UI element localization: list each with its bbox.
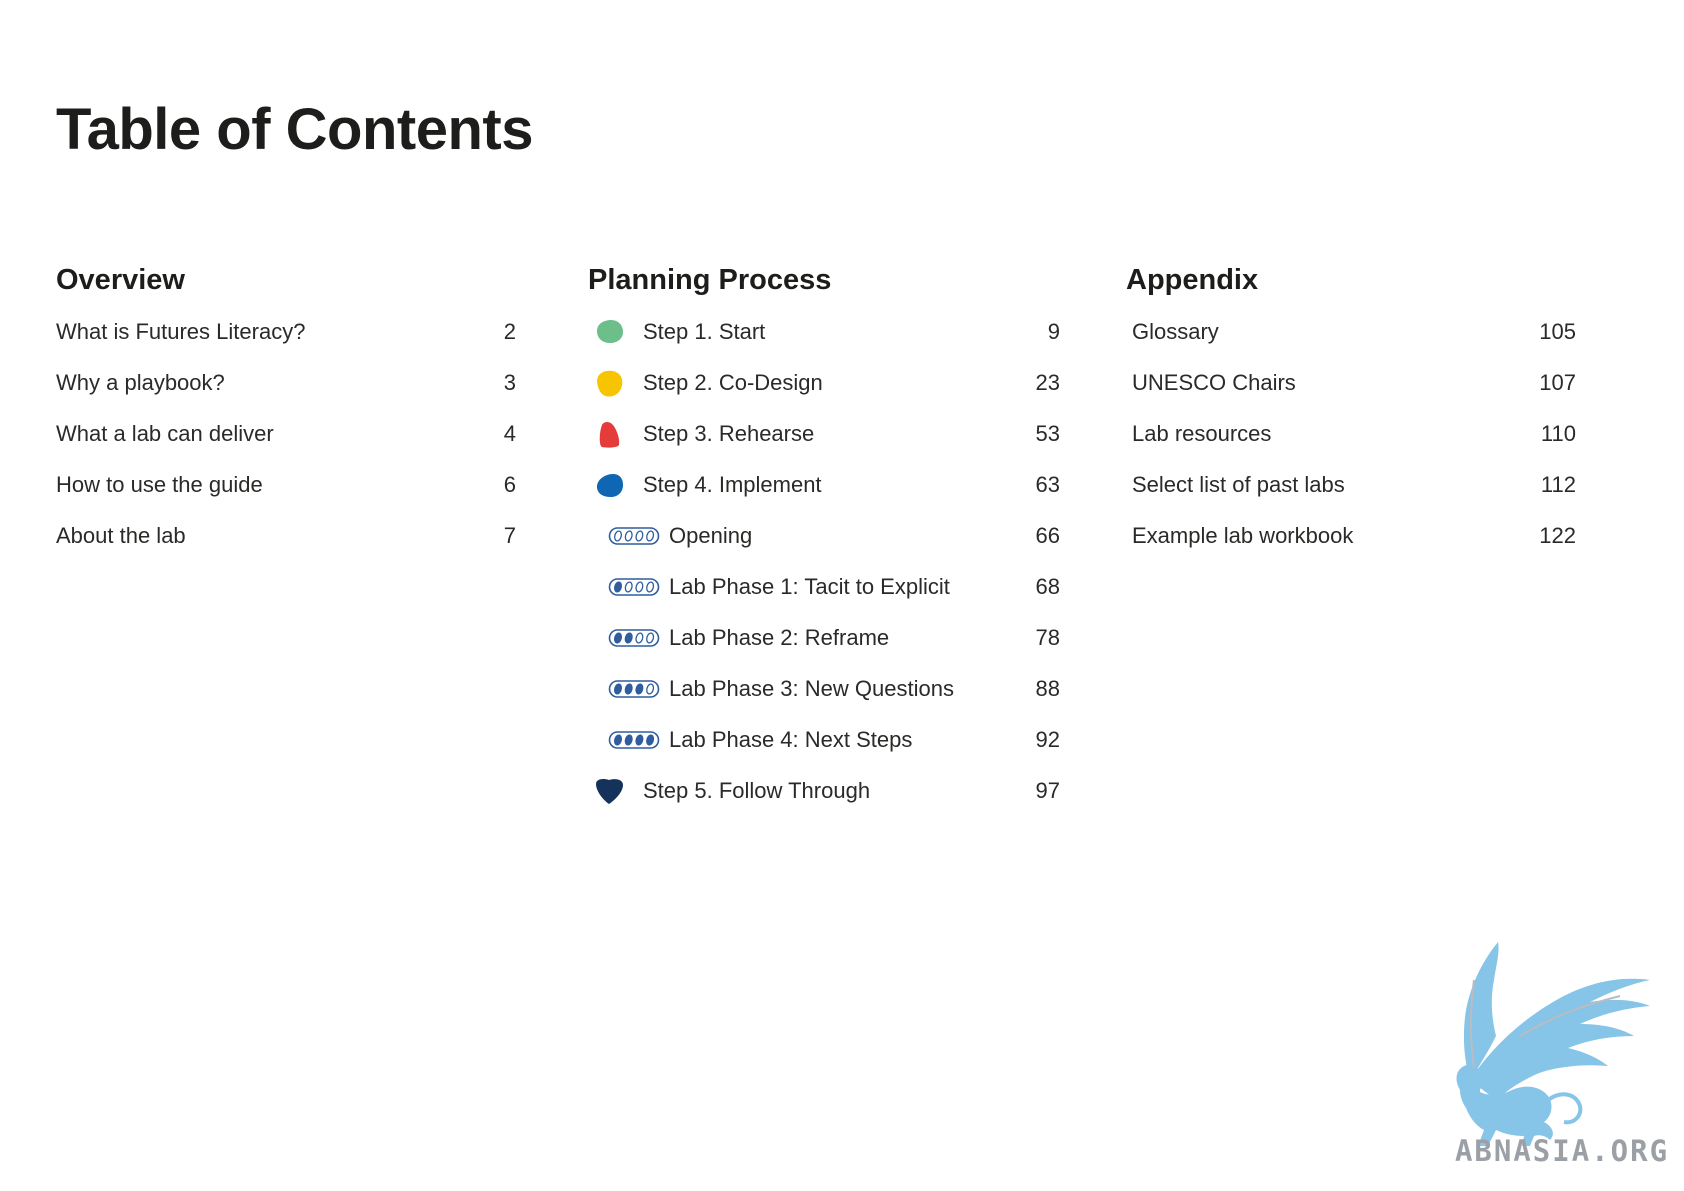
phase-dot-empty bbox=[613, 530, 623, 542]
toc-entry-label: UNESCO Chairs bbox=[1132, 370, 1296, 395]
yellow-blob-icon bbox=[597, 370, 623, 397]
toc-page-number: 112 bbox=[1540, 472, 1576, 497]
red-blob-icon bbox=[599, 422, 620, 448]
toc-entry-lab-workbook[interactable]: Example lab workbook 122 bbox=[1126, 510, 1576, 561]
phase-dot-empty bbox=[624, 530, 633, 542]
toc-entry-label: What is Futures Literacy? bbox=[56, 319, 306, 344]
overview-section: Overview What is Futures Literacy? 2 Why… bbox=[56, 262, 516, 561]
toc-page-number: 88 bbox=[1035, 676, 1060, 701]
toc-entry-label: Lab Phase 1: Tacit to Explicit bbox=[669, 574, 950, 599]
toc-entry-lab-resources[interactable]: Lab resources 110 bbox=[1126, 408, 1576, 459]
phase-dot-empty bbox=[624, 581, 633, 593]
toc-page-number: 3 bbox=[503, 370, 516, 395]
toc-entry-label: About the lab bbox=[56, 523, 186, 548]
toc-page-number: 107 bbox=[1539, 370, 1576, 395]
toc-entry-step-3[interactable]: Step 3. Rehearse 53 bbox=[588, 408, 1060, 459]
toc-entry-step-4[interactable]: Step 4. Implement 63 bbox=[588, 459, 1060, 510]
phase-dot-filled bbox=[613, 581, 623, 593]
toc-entry-label: Why a playbook? bbox=[56, 370, 225, 395]
toc-entry-lab-phase-2[interactable]: Lab Phase 2: Reframe 78 bbox=[588, 612, 1060, 663]
toc-entry-lab-phase-3[interactable]: Lab Phase 3: New Questions 88 bbox=[588, 663, 1060, 714]
toc-entry-use-guide[interactable]: How to use the guide 6 bbox=[56, 459, 516, 510]
toc-entry-step-1[interactable]: Step 1. Start 9 bbox=[588, 306, 1060, 357]
toc-entry-lab-deliver[interactable]: What a lab can deliver 4 bbox=[56, 408, 516, 459]
toc-entry-label: Step 3. Rehearse bbox=[643, 421, 815, 446]
phase-dot-empty bbox=[646, 632, 655, 644]
phase-dot-filled bbox=[613, 734, 623, 746]
planning-section: Planning Process Step 1. Start 9 Step 2.… bbox=[588, 262, 1060, 816]
toc-page-number: 7 bbox=[503, 523, 516, 548]
overview-heading: Overview bbox=[56, 264, 185, 296]
appendix-section: Appendix Glossary 105 UNESCO Chairs 107 … bbox=[1126, 262, 1576, 561]
toc-entry-lab-phase-4[interactable]: Lab Phase 4: Next Steps 92 bbox=[588, 714, 1060, 765]
toc-entry-label: Lab resources bbox=[1132, 421, 1272, 446]
phase-dot-filled bbox=[613, 683, 623, 695]
page-title: Table of Contents bbox=[56, 97, 533, 162]
toc-page-number: 122 bbox=[1539, 523, 1576, 548]
toc-page-number: 9 bbox=[1047, 319, 1060, 344]
phase-dot-filled bbox=[624, 632, 633, 644]
watermark-text: ABNASIA.ORG bbox=[1454, 1134, 1670, 1168]
toc-page-number: 6 bbox=[503, 472, 516, 497]
toc-page-number: 2 bbox=[503, 319, 516, 344]
green-blob-icon bbox=[597, 320, 623, 343]
toc-entry-about-lab[interactable]: About the lab 7 bbox=[56, 510, 516, 561]
toc-entry-futures-literacy[interactable]: What is Futures Literacy? 2 bbox=[56, 306, 516, 357]
toc-entry-glossary[interactable]: Glossary 105 bbox=[1126, 306, 1576, 357]
phase-1-of-4-icon bbox=[608, 578, 660, 596]
toc-entry-label: What a lab can deliver bbox=[56, 421, 274, 446]
toc-page-number: 92 bbox=[1035, 727, 1060, 752]
phase-dot-empty bbox=[646, 683, 655, 695]
phase-3-of-4-icon bbox=[608, 680, 660, 698]
toc-page-number: 68 bbox=[1035, 574, 1060, 599]
phase-dot-filled bbox=[635, 683, 644, 695]
toc-entry-opening[interactable]: Opening 66 bbox=[588, 510, 1060, 561]
phase-2-of-4-icon bbox=[608, 629, 660, 647]
phase-dot-filled bbox=[646, 734, 655, 746]
phase-dot-empty bbox=[635, 581, 644, 593]
phase-dot-filled bbox=[635, 734, 644, 746]
phase-dot-empty bbox=[646, 581, 655, 593]
phase-dot-filled bbox=[613, 632, 623, 644]
toc-entry-label: Lab Phase 4: Next Steps bbox=[669, 727, 913, 752]
toc-entry-why-playbook[interactable]: Why a playbook? 3 bbox=[56, 357, 516, 408]
phase-dot-empty bbox=[635, 530, 644, 542]
toc-entry-step-2[interactable]: Step 2. Co-Design 23 bbox=[588, 357, 1060, 408]
toc-entry-label: Step 1. Start bbox=[643, 319, 766, 344]
toc-entry-label: Glossary bbox=[1132, 319, 1219, 344]
toc-entry-label: Lab Phase 3: New Questions bbox=[669, 676, 954, 701]
phase-dot-filled bbox=[624, 683, 633, 695]
toc-page-number: 4 bbox=[503, 421, 516, 446]
phase-4-of-4-icon bbox=[608, 731, 660, 749]
navy-heart-blob-icon bbox=[596, 779, 623, 804]
toc-entry-label: Step 5. Follow Through bbox=[643, 778, 871, 803]
phase-frame bbox=[608, 527, 660, 545]
toc-entry-label: Opening bbox=[669, 523, 753, 548]
toc-entry-step-5[interactable]: Step 5. Follow Through 97 bbox=[588, 765, 1060, 816]
toc-entry-unesco-chairs[interactable]: UNESCO Chairs 107 bbox=[1126, 357, 1576, 408]
toc-page-number: 110 bbox=[1540, 421, 1576, 446]
toc-entry-label: Step 2. Co-Design bbox=[643, 370, 823, 395]
toc-page-number: 78 bbox=[1035, 625, 1060, 650]
toc-page-number: 66 bbox=[1035, 523, 1060, 548]
appendix-heading: Appendix bbox=[1126, 264, 1259, 296]
toc-entry-label: Lab Phase 2: Reframe bbox=[669, 625, 890, 650]
toc-entry-label: Select list of past labs bbox=[1132, 472, 1345, 497]
phase-dot-filled bbox=[624, 734, 633, 746]
phase-dot-empty bbox=[646, 530, 655, 542]
toc-page-number: 63 bbox=[1035, 472, 1060, 497]
toc-page-number: 53 bbox=[1035, 421, 1060, 446]
blue-blob-icon bbox=[596, 474, 623, 497]
planning-heading: Planning Process bbox=[588, 264, 832, 296]
toc-entry-label: How to use the guide bbox=[56, 472, 263, 497]
toc-entry-past-labs[interactable]: Select list of past labs 112 bbox=[1126, 459, 1576, 510]
phase-dot-empty bbox=[635, 632, 644, 644]
phase-0-of-4-icon bbox=[608, 527, 660, 545]
toc-page-number: 23 bbox=[1035, 370, 1060, 395]
toc-entry-lab-phase-1[interactable]: Lab Phase 1: Tacit to Explicit 68 bbox=[588, 561, 1060, 612]
toc-entry-label: Step 4. Implement bbox=[643, 472, 822, 497]
toc-page-number: 105 bbox=[1539, 319, 1576, 344]
toc-page-number: 97 bbox=[1035, 778, 1060, 803]
toc-entry-label: Example lab workbook bbox=[1132, 523, 1354, 548]
